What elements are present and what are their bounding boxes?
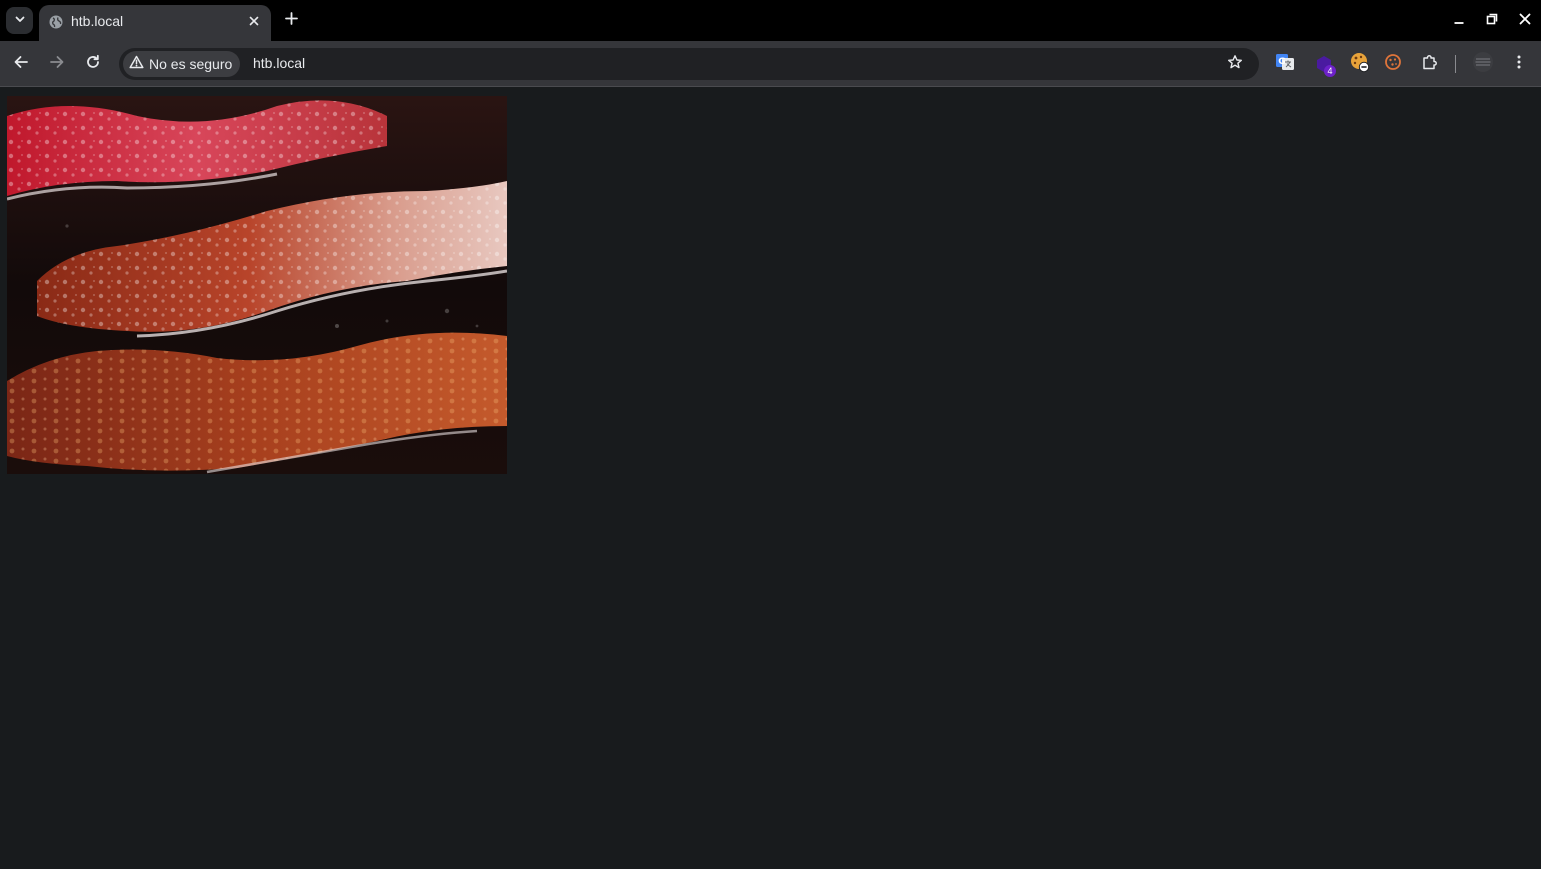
arrow-left-icon (13, 54, 29, 75)
new-tab-button[interactable] (280, 10, 302, 32)
cookie-extension-button[interactable] (1381, 52, 1405, 76)
tab-search-button[interactable] (6, 7, 33, 34)
star-icon (1227, 54, 1243, 75)
purple-extension-icon: 4 (1314, 54, 1336, 77)
close-window-button[interactable] (1508, 0, 1541, 41)
translate-icon: G (1275, 52, 1295, 77)
forward-button[interactable] (43, 50, 71, 78)
security-label: No es seguro (149, 56, 233, 72)
browser-toolbar: No es seguro htb.local G 4 (0, 41, 1541, 87)
close-icon (1519, 12, 1531, 30)
address-bar[interactable]: No es seguro htb.local (119, 48, 1259, 80)
cookie-editor-extension-button[interactable] (1348, 52, 1372, 76)
plus-icon (284, 12, 298, 30)
warning-triangle-icon (129, 55, 144, 74)
extension-badge: 4 (1324, 65, 1336, 77)
chevron-down-icon (14, 12, 26, 30)
tab-htb-local[interactable]: htb.local (39, 5, 271, 41)
url-text[interactable]: htb.local (253, 55, 305, 71)
profile-button[interactable] (1471, 51, 1495, 78)
bookmark-star-button[interactable] (1225, 54, 1245, 74)
page-content (0, 88, 1541, 869)
window-controls (1442, 0, 1541, 41)
browser-window: htb.local No es seguro htb.local G 4 (0, 0, 1541, 869)
globe-icon (48, 14, 64, 30)
back-button[interactable] (7, 50, 35, 78)
restore-button[interactable] (1475, 0, 1508, 41)
close-tab-icon[interactable] (245, 12, 263, 30)
reload-icon (85, 54, 101, 75)
minimize-button[interactable] (1442, 0, 1475, 41)
toolbar-separator (1455, 55, 1456, 73)
security-indicator-chip[interactable]: No es seguro (123, 51, 241, 77)
reload-button[interactable] (79, 50, 107, 78)
svg-text:G: G (1278, 57, 1285, 67)
kebab-menu-icon (1511, 54, 1527, 75)
translate-extension-button[interactable]: G (1273, 52, 1297, 76)
profile-avatar-icon (1472, 51, 1494, 78)
extensions-menu-button[interactable] (1418, 52, 1442, 76)
bacon-strips-frying-image (7, 96, 507, 474)
tab-strip: htb.local (0, 0, 1541, 41)
minimize-icon (1453, 12, 1465, 30)
purple-extension-button[interactable]: 4 (1312, 52, 1336, 77)
extensions-puzzle-icon (1421, 53, 1439, 76)
arrow-right-icon (49, 54, 65, 75)
cookie-editor-icon (1349, 51, 1371, 78)
tab-title: htb.local (71, 13, 124, 29)
restore-icon (1486, 12, 1498, 30)
browser-menu-button[interactable] (1507, 52, 1531, 76)
cookie-icon (1384, 53, 1402, 76)
